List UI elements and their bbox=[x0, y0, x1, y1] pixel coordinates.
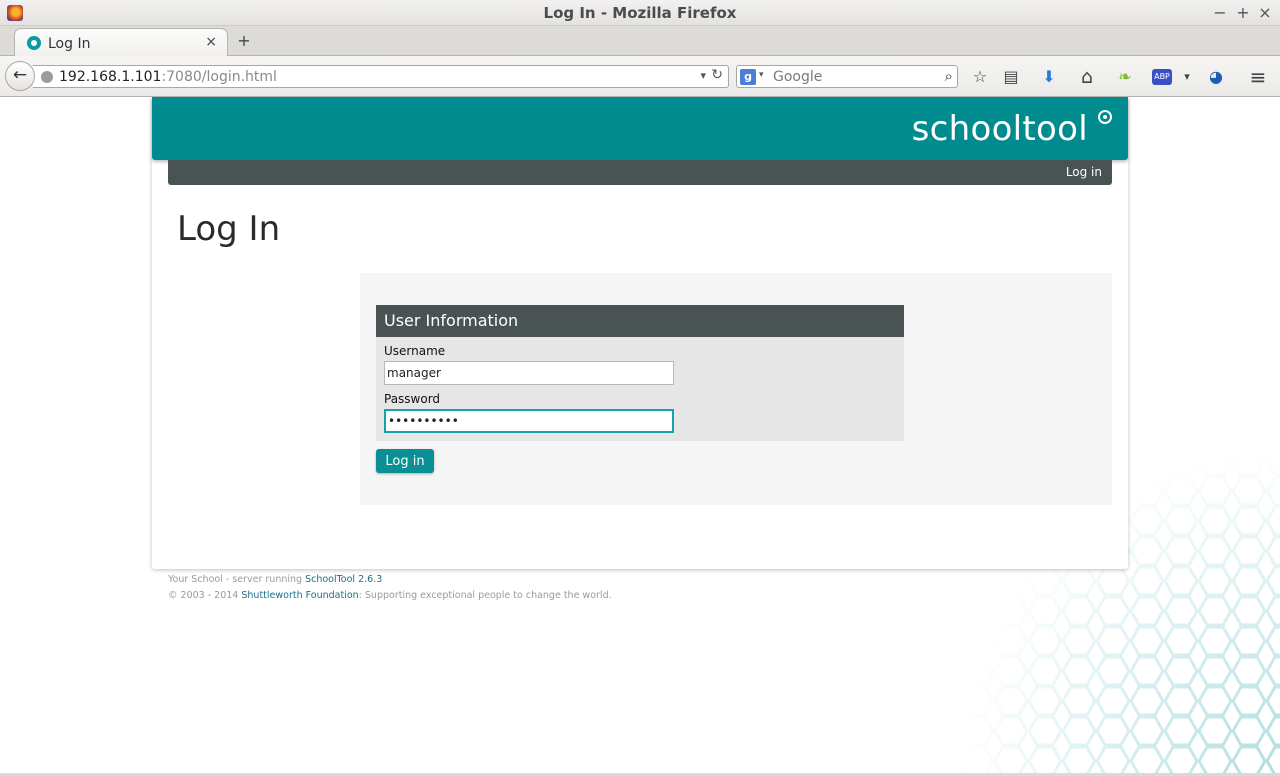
page-title: Log In bbox=[177, 209, 281, 249]
password-label: Password bbox=[384, 392, 441, 406]
reload-icon[interactable]: ↻ bbox=[711, 67, 723, 83]
site-menu-bar: Log in bbox=[168, 160, 1112, 185]
log-in-button[interactable]: Log in bbox=[376, 449, 434, 473]
bookmark-star-icon[interactable]: ☆ bbox=[969, 66, 991, 88]
close-tab-icon[interactable]: × bbox=[205, 34, 217, 50]
username-label: Username bbox=[384, 344, 446, 358]
page-viewport: schooltool Log in Log In User Informatio… bbox=[0, 97, 1280, 776]
search-input[interactable] bbox=[773, 68, 933, 86]
profile-addon-icon[interactable]: ◕ bbox=[1205, 66, 1227, 88]
window-titlebar: Log In - Mozilla Firefox − + × bbox=[0, 0, 1280, 26]
username-field[interactable] bbox=[384, 361, 674, 385]
new-tab-button[interactable]: + bbox=[237, 31, 251, 50]
url-history-dropdown-icon[interactable]: ▾ bbox=[700, 69, 706, 82]
menu-icon[interactable]: ≡ bbox=[1247, 66, 1269, 88]
close-window-icon[interactable]: × bbox=[1258, 3, 1272, 22]
navigation-toolbar: 192.168.1.101:7080/login.html ▾ ↻ ← g ▾ … bbox=[0, 56, 1280, 97]
menu-login-link[interactable]: Log in bbox=[1066, 165, 1102, 179]
schooltool-logo[interactable]: schooltool bbox=[912, 109, 1088, 149]
search-bar[interactable]: g ▾ ⌕ bbox=[736, 65, 958, 88]
tab-log-in[interactable]: Log In × bbox=[14, 28, 228, 57]
url-path: :7080/login.html bbox=[161, 69, 277, 85]
user-information-fieldset: User Information Username Password bbox=[376, 305, 904, 441]
url-bar[interactable]: 192.168.1.101:7080/login.html ▾ ↻ bbox=[33, 65, 729, 88]
fieldset-legend: User Information bbox=[376, 305, 904, 337]
shuttleworth-foundation-link[interactable]: Shuttleworth Foundation bbox=[241, 590, 358, 601]
site-header: schooltool bbox=[152, 97, 1128, 160]
schooltool-logo-mark-icon bbox=[1098, 110, 1112, 124]
adblock-dropdown-icon[interactable]: ▾ bbox=[1176, 66, 1198, 88]
minimize-icon[interactable]: − bbox=[1213, 3, 1227, 22]
maximize-icon[interactable]: + bbox=[1236, 3, 1250, 22]
schooltool-version-link[interactable]: SchoolTool 2.6.3 bbox=[305, 574, 382, 585]
footer-server-text: Your School - server running bbox=[168, 574, 306, 585]
search-engine-caret-icon[interactable]: ▾ bbox=[759, 70, 764, 80]
schooltool-favicon-icon bbox=[27, 36, 41, 50]
footer-copyright-text: © 2003 - 2014 bbox=[168, 590, 242, 601]
leaf-addon-icon[interactable]: ❧ bbox=[1114, 66, 1136, 88]
google-engine-icon[interactable]: g bbox=[740, 69, 756, 85]
footer-server-info: Your School - server running SchoolTool … bbox=[168, 574, 382, 585]
bookmarks-menu-icon[interactable]: ▤ bbox=[1000, 66, 1022, 88]
tab-strip: Log In × + bbox=[0, 26, 1280, 57]
url-host: 192.168.1.101 bbox=[59, 69, 162, 85]
back-button[interactable]: ← bbox=[5, 61, 35, 91]
url-text[interactable]: 192.168.1.101:7080/login.html bbox=[59, 69, 277, 85]
globe-icon bbox=[41, 71, 53, 83]
search-icon[interactable]: ⌕ bbox=[945, 67, 953, 85]
firefox-window: Log In - Mozilla Firefox − + × Log In × … bbox=[0, 0, 1280, 776]
adblock-icon[interactable]: ABP bbox=[1152, 69, 1172, 85]
footer-copyright: © 2003 - 2014 Shuttleworth Foundation: S… bbox=[168, 590, 612, 601]
footer-tagline: : Supporting exceptional people to chang… bbox=[358, 590, 612, 601]
window-title: Log In - Mozilla Firefox bbox=[543, 4, 737, 22]
tab-label: Log In bbox=[48, 36, 91, 52]
login-form: User Information Username Password Log i… bbox=[360, 273, 1112, 505]
password-field[interactable] bbox=[384, 409, 674, 433]
home-icon[interactable]: ⌂ bbox=[1076, 66, 1098, 88]
downloads-icon[interactable]: ⬇ bbox=[1038, 66, 1060, 88]
